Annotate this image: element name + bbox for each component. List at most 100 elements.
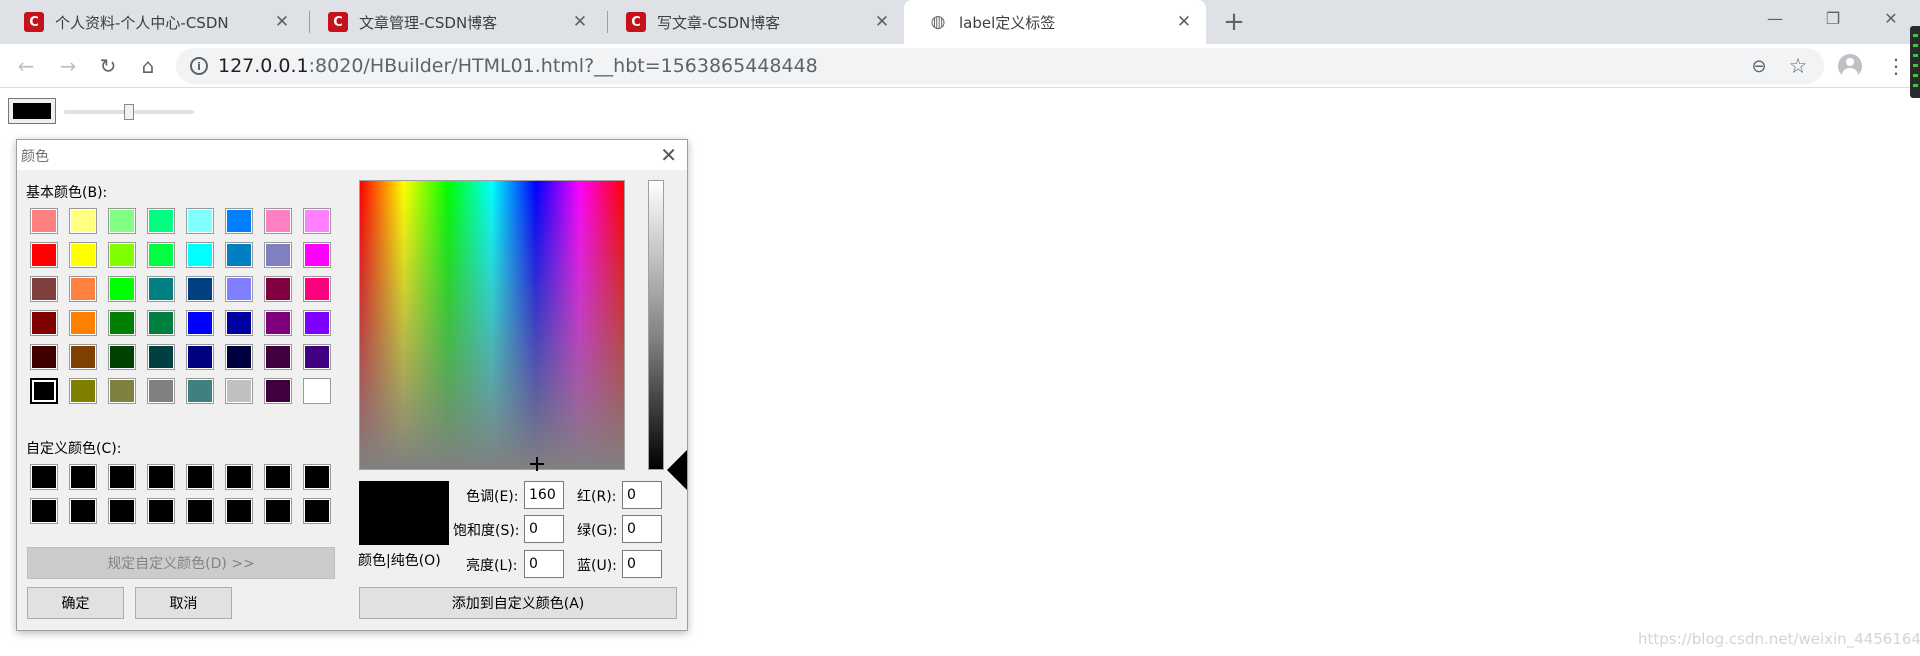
blue-field[interactable]: 0 [622, 550, 662, 578]
dialog-close-icon[interactable]: ✕ [660, 143, 677, 167]
basic-color-swatch[interactable] [108, 242, 136, 268]
close-icon[interactable]: ✕ [872, 12, 892, 32]
basic-color-swatch[interactable] [147, 310, 175, 336]
basic-color-swatch[interactable] [69, 208, 97, 234]
address-bar[interactable]: i 127.0.0.1:8020/HBuilder/HTML01.html?__… [176, 48, 1824, 84]
custom-color-swatch[interactable] [303, 464, 331, 490]
basic-color-swatch[interactable] [225, 242, 253, 268]
basic-color-swatch[interactable] [30, 344, 58, 370]
basic-color-swatch[interactable] [69, 276, 97, 302]
basic-color-swatch[interactable] [108, 310, 136, 336]
basic-color-swatch[interactable] [225, 344, 253, 370]
basic-color-swatch[interactable] [30, 378, 58, 404]
basic-color-swatch[interactable] [264, 208, 292, 234]
info-icon[interactable]: i [190, 57, 208, 75]
add-to-custom-colors-button[interactable]: 添加到自定义颜色(A) [359, 587, 677, 619]
basic-color-swatch[interactable] [303, 208, 331, 234]
basic-color-swatch[interactable] [69, 344, 97, 370]
url-text[interactable]: 127.0.0.1:8020/HBuilder/HTML01.html?__hb… [218, 48, 818, 84]
close-icon[interactable]: ✕ [272, 12, 292, 32]
tab-label-definition[interactable]: ◍ label定义标签 ✕ [904, 0, 1206, 44]
basic-color-swatch[interactable] [186, 276, 214, 302]
basic-color-swatch[interactable] [264, 378, 292, 404]
custom-color-swatch[interactable] [108, 464, 136, 490]
basic-color-swatch[interactable] [303, 378, 331, 404]
basic-color-swatch[interactable] [303, 276, 331, 302]
basic-color-swatch[interactable] [69, 242, 97, 268]
custom-color-swatch[interactable] [225, 498, 253, 524]
basic-color-swatch[interactable] [30, 242, 58, 268]
close-icon[interactable]: ✕ [570, 12, 590, 32]
basic-color-swatch[interactable] [186, 344, 214, 370]
basic-color-swatch[interactable] [303, 242, 331, 268]
red-field[interactable]: 0 [622, 481, 662, 509]
basic-color-swatch[interactable] [186, 378, 214, 404]
custom-color-swatch[interactable] [303, 498, 331, 524]
color-input[interactable] [8, 98, 56, 124]
restore-button[interactable]: ❐ [1806, 0, 1860, 36]
custom-color-swatch[interactable] [69, 498, 97, 524]
custom-color-swatch[interactable] [264, 498, 292, 524]
luminance-arrow-icon[interactable] [667, 450, 687, 490]
basic-color-swatch[interactable] [225, 276, 253, 302]
range-slider[interactable] [64, 104, 194, 120]
custom-color-swatch[interactable] [147, 498, 175, 524]
basic-color-swatch[interactable] [147, 242, 175, 268]
custom-color-swatch[interactable] [186, 464, 214, 490]
luminance-field[interactable]: 0 [524, 550, 564, 578]
basic-color-swatch[interactable] [186, 208, 214, 234]
basic-color-swatch[interactable] [108, 378, 136, 404]
close-icon[interactable]: ✕ [1174, 12, 1194, 32]
custom-color-swatch[interactable] [186, 498, 214, 524]
custom-color-swatch[interactable] [30, 464, 58, 490]
basic-color-swatch[interactable] [303, 344, 331, 370]
basic-color-swatch[interactable] [108, 208, 136, 234]
basic-color-swatch[interactable] [69, 378, 97, 404]
tab-write-article[interactable]: C 写文章-CSDN博客 ✕ [602, 0, 904, 44]
green-field[interactable]: 0 [622, 515, 662, 543]
basic-color-swatch[interactable] [108, 276, 136, 302]
range-thumb[interactable] [124, 104, 134, 120]
define-custom-colors-button[interactable]: 规定自定义颜色(D) >> [27, 547, 335, 579]
bookmark-star-icon[interactable]: ☆ [1786, 54, 1810, 78]
basic-color-swatch[interactable] [186, 310, 214, 336]
custom-color-swatch[interactable] [264, 464, 292, 490]
custom-color-swatch[interactable] [108, 498, 136, 524]
basic-color-swatch[interactable] [147, 208, 175, 234]
custom-color-swatch[interactable] [69, 464, 97, 490]
basic-color-swatch[interactable] [69, 310, 97, 336]
home-button[interactable]: ⌂ [132, 50, 164, 82]
minimize-button[interactable]: — [1748, 0, 1802, 36]
color-spectrum[interactable] [359, 180, 625, 471]
basic-color-swatch[interactable] [30, 276, 58, 302]
forward-button[interactable]: → [52, 50, 84, 82]
cancel-button[interactable]: 取消 [135, 587, 232, 619]
back-button[interactable]: ← [10, 50, 42, 82]
custom-color-swatch[interactable] [30, 498, 58, 524]
custom-color-swatch[interactable] [225, 464, 253, 490]
basic-color-swatch[interactable] [147, 378, 175, 404]
basic-color-swatch[interactable] [264, 276, 292, 302]
basic-color-swatch[interactable] [30, 208, 58, 234]
basic-color-swatch[interactable] [30, 310, 58, 336]
basic-color-swatch[interactable] [225, 310, 253, 336]
basic-color-swatch[interactable] [225, 378, 253, 404]
menu-kebab-icon[interactable]: ⋮ [1886, 50, 1906, 82]
new-tab-button[interactable]: + [1220, 7, 1248, 37]
basic-color-swatch[interactable] [186, 242, 214, 268]
basic-color-swatch[interactable] [147, 344, 175, 370]
saturation-field[interactable]: 0 [524, 515, 564, 543]
basic-color-swatch[interactable] [108, 344, 136, 370]
luminance-bar[interactable] [648, 180, 664, 470]
basic-color-swatch[interactable] [303, 310, 331, 336]
tab-article-management[interactable]: C 文章管理-CSDN博客 ✕ [304, 0, 602, 44]
basic-color-swatch[interactable] [225, 208, 253, 234]
basic-color-swatch[interactable] [264, 242, 292, 268]
custom-color-swatch[interactable] [147, 464, 175, 490]
basic-color-swatch[interactable] [264, 344, 292, 370]
hue-field[interactable]: 160 [524, 481, 564, 509]
zoom-icon[interactable]: ⊖ [1748, 55, 1770, 77]
basic-color-swatch[interactable] [264, 310, 292, 336]
ok-button[interactable]: 确定 [27, 587, 124, 619]
basic-color-swatch[interactable] [147, 276, 175, 302]
